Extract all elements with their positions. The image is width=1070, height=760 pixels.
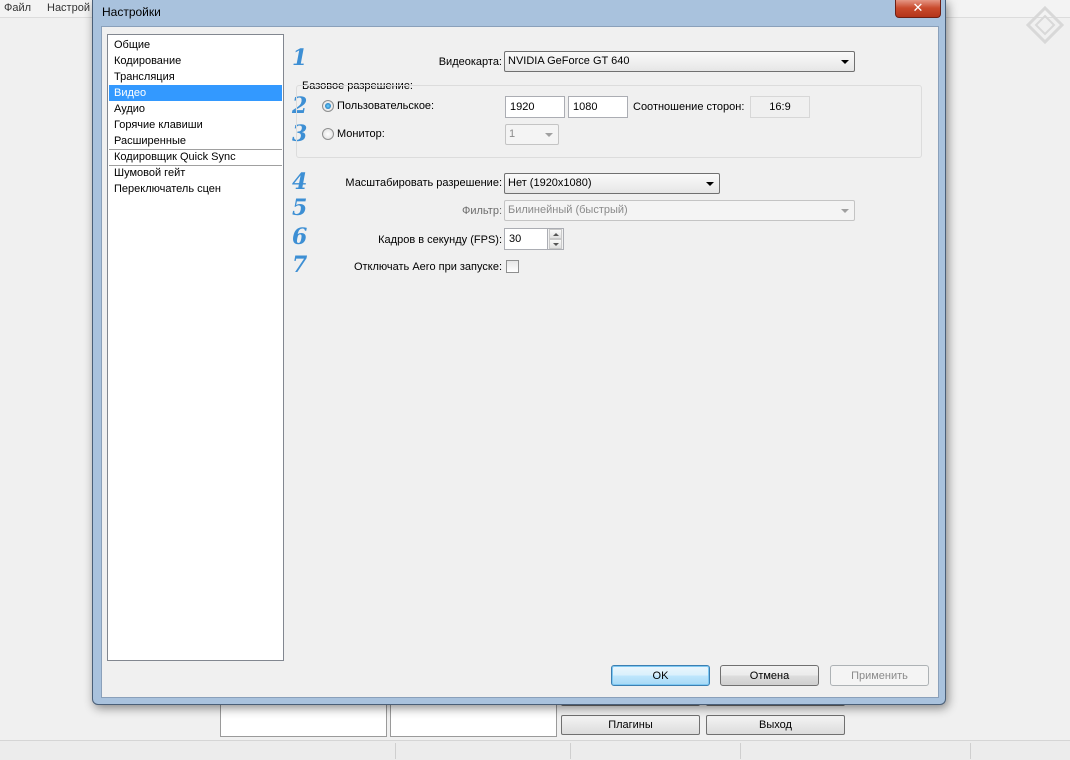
nav-item-noise-gate[interactable]: Шумовой гейт	[109, 165, 282, 181]
settings-nav-list[interactable]: Общие Кодирование Трансляция Видео Аудио…	[107, 34, 284, 661]
disable-aero-label: Отключать Aero при запуске:	[353, 261, 502, 273]
chevron-down-icon	[706, 182, 714, 186]
nav-item-audio[interactable]: Аудио	[109, 101, 282, 117]
step-number-6: 6	[292, 224, 308, 250]
nav-item-video[interactable]: Видео	[109, 85, 282, 101]
nav-item-quick-sync[interactable]: Кодировщик Quick Sync	[109, 149, 282, 165]
gpu-select-value: NVIDIA GeForce GT 640	[508, 55, 630, 67]
close-icon: ✕	[912, 0, 924, 15]
status-bar	[0, 740, 1070, 760]
plugins-button[interactable]: Плагины	[561, 715, 700, 735]
dialog-title: Настройки	[102, 5, 161, 19]
filter-select-value: Билинейный (быстрый)	[508, 204, 628, 216]
cancel-button[interactable]: Отмена	[720, 665, 819, 686]
chevron-down-icon	[545, 133, 553, 137]
fps-label: Кадров в секунду (FPS):	[378, 234, 502, 246]
step-number-1: 1	[292, 45, 308, 71]
apply-button[interactable]: Применить	[830, 665, 929, 686]
monitor-label: Монитор:	[337, 128, 385, 140]
disable-aero-checkbox[interactable]	[506, 260, 519, 273]
scale-resolution-label: Масштабировать разрешение:	[345, 177, 502, 189]
app-panel-left	[220, 700, 387, 737]
step-number-4: 4	[292, 169, 308, 195]
monitor-select[interactable]: 1	[505, 124, 559, 145]
filter-select[interactable]: Билинейный (быстрый)	[504, 200, 855, 221]
gpu-label: Видеокарта:	[438, 56, 502, 68]
app-logo-icon	[1026, 6, 1064, 44]
fps-spinner[interactable]	[548, 228, 564, 250]
step-number-5: 5	[292, 195, 308, 221]
step-number-7: 7	[292, 252, 308, 278]
spin-down-icon[interactable]	[549, 239, 562, 249]
dialog-client-area: Общие Кодирование Трансляция Видео Аудио…	[101, 26, 939, 698]
width-input[interactable]: 1920	[505, 96, 565, 118]
aspect-ratio-value: 16:9	[750, 96, 810, 118]
aspect-ratio-label: Соотношение сторон:	[633, 101, 745, 113]
chevron-down-icon	[841, 209, 849, 213]
nav-item-broadcast[interactable]: Трансляция	[109, 69, 282, 85]
monitor-radio[interactable]	[322, 128, 334, 140]
nav-item-general[interactable]: Общие	[109, 37, 282, 53]
custom-resolution-radio[interactable]	[322, 100, 334, 112]
filter-label: Фильтр:	[461, 205, 502, 217]
nav-item-advanced[interactable]: Расширенные	[109, 133, 282, 149]
custom-resolution-label: Пользовательское:	[337, 100, 435, 112]
close-button[interactable]: ✕	[895, 0, 941, 18]
chevron-down-icon	[841, 60, 849, 64]
menu-file[interactable]: Файл	[4, 2, 31, 14]
nav-item-encoding[interactable]: Кодирование	[109, 53, 282, 69]
gpu-select[interactable]: NVIDIA GeForce GT 640	[504, 51, 855, 72]
exit-button[interactable]: Выход	[706, 715, 845, 735]
scale-resolution-value: Нет (1920x1080)	[508, 177, 592, 189]
app-panel-right	[390, 700, 557, 737]
scale-resolution-select[interactable]: Нет (1920x1080)	[504, 173, 720, 194]
nav-item-hotkeys[interactable]: Горячие клавиши	[109, 117, 282, 133]
settings-dialog: Настройки ✕ Общие Кодирование Трансляция…	[92, 0, 946, 705]
spin-up-icon[interactable]	[549, 229, 562, 239]
fps-input[interactable]: 30	[504, 228, 548, 250]
nav-item-scene-switcher[interactable]: Переключатель сцен	[109, 181, 282, 197]
monitor-select-value: 1	[509, 128, 516, 140]
height-input[interactable]: 1080	[568, 96, 628, 118]
menu-settings[interactable]: Настрой	[47, 2, 90, 14]
ok-button[interactable]: OK	[611, 665, 710, 686]
